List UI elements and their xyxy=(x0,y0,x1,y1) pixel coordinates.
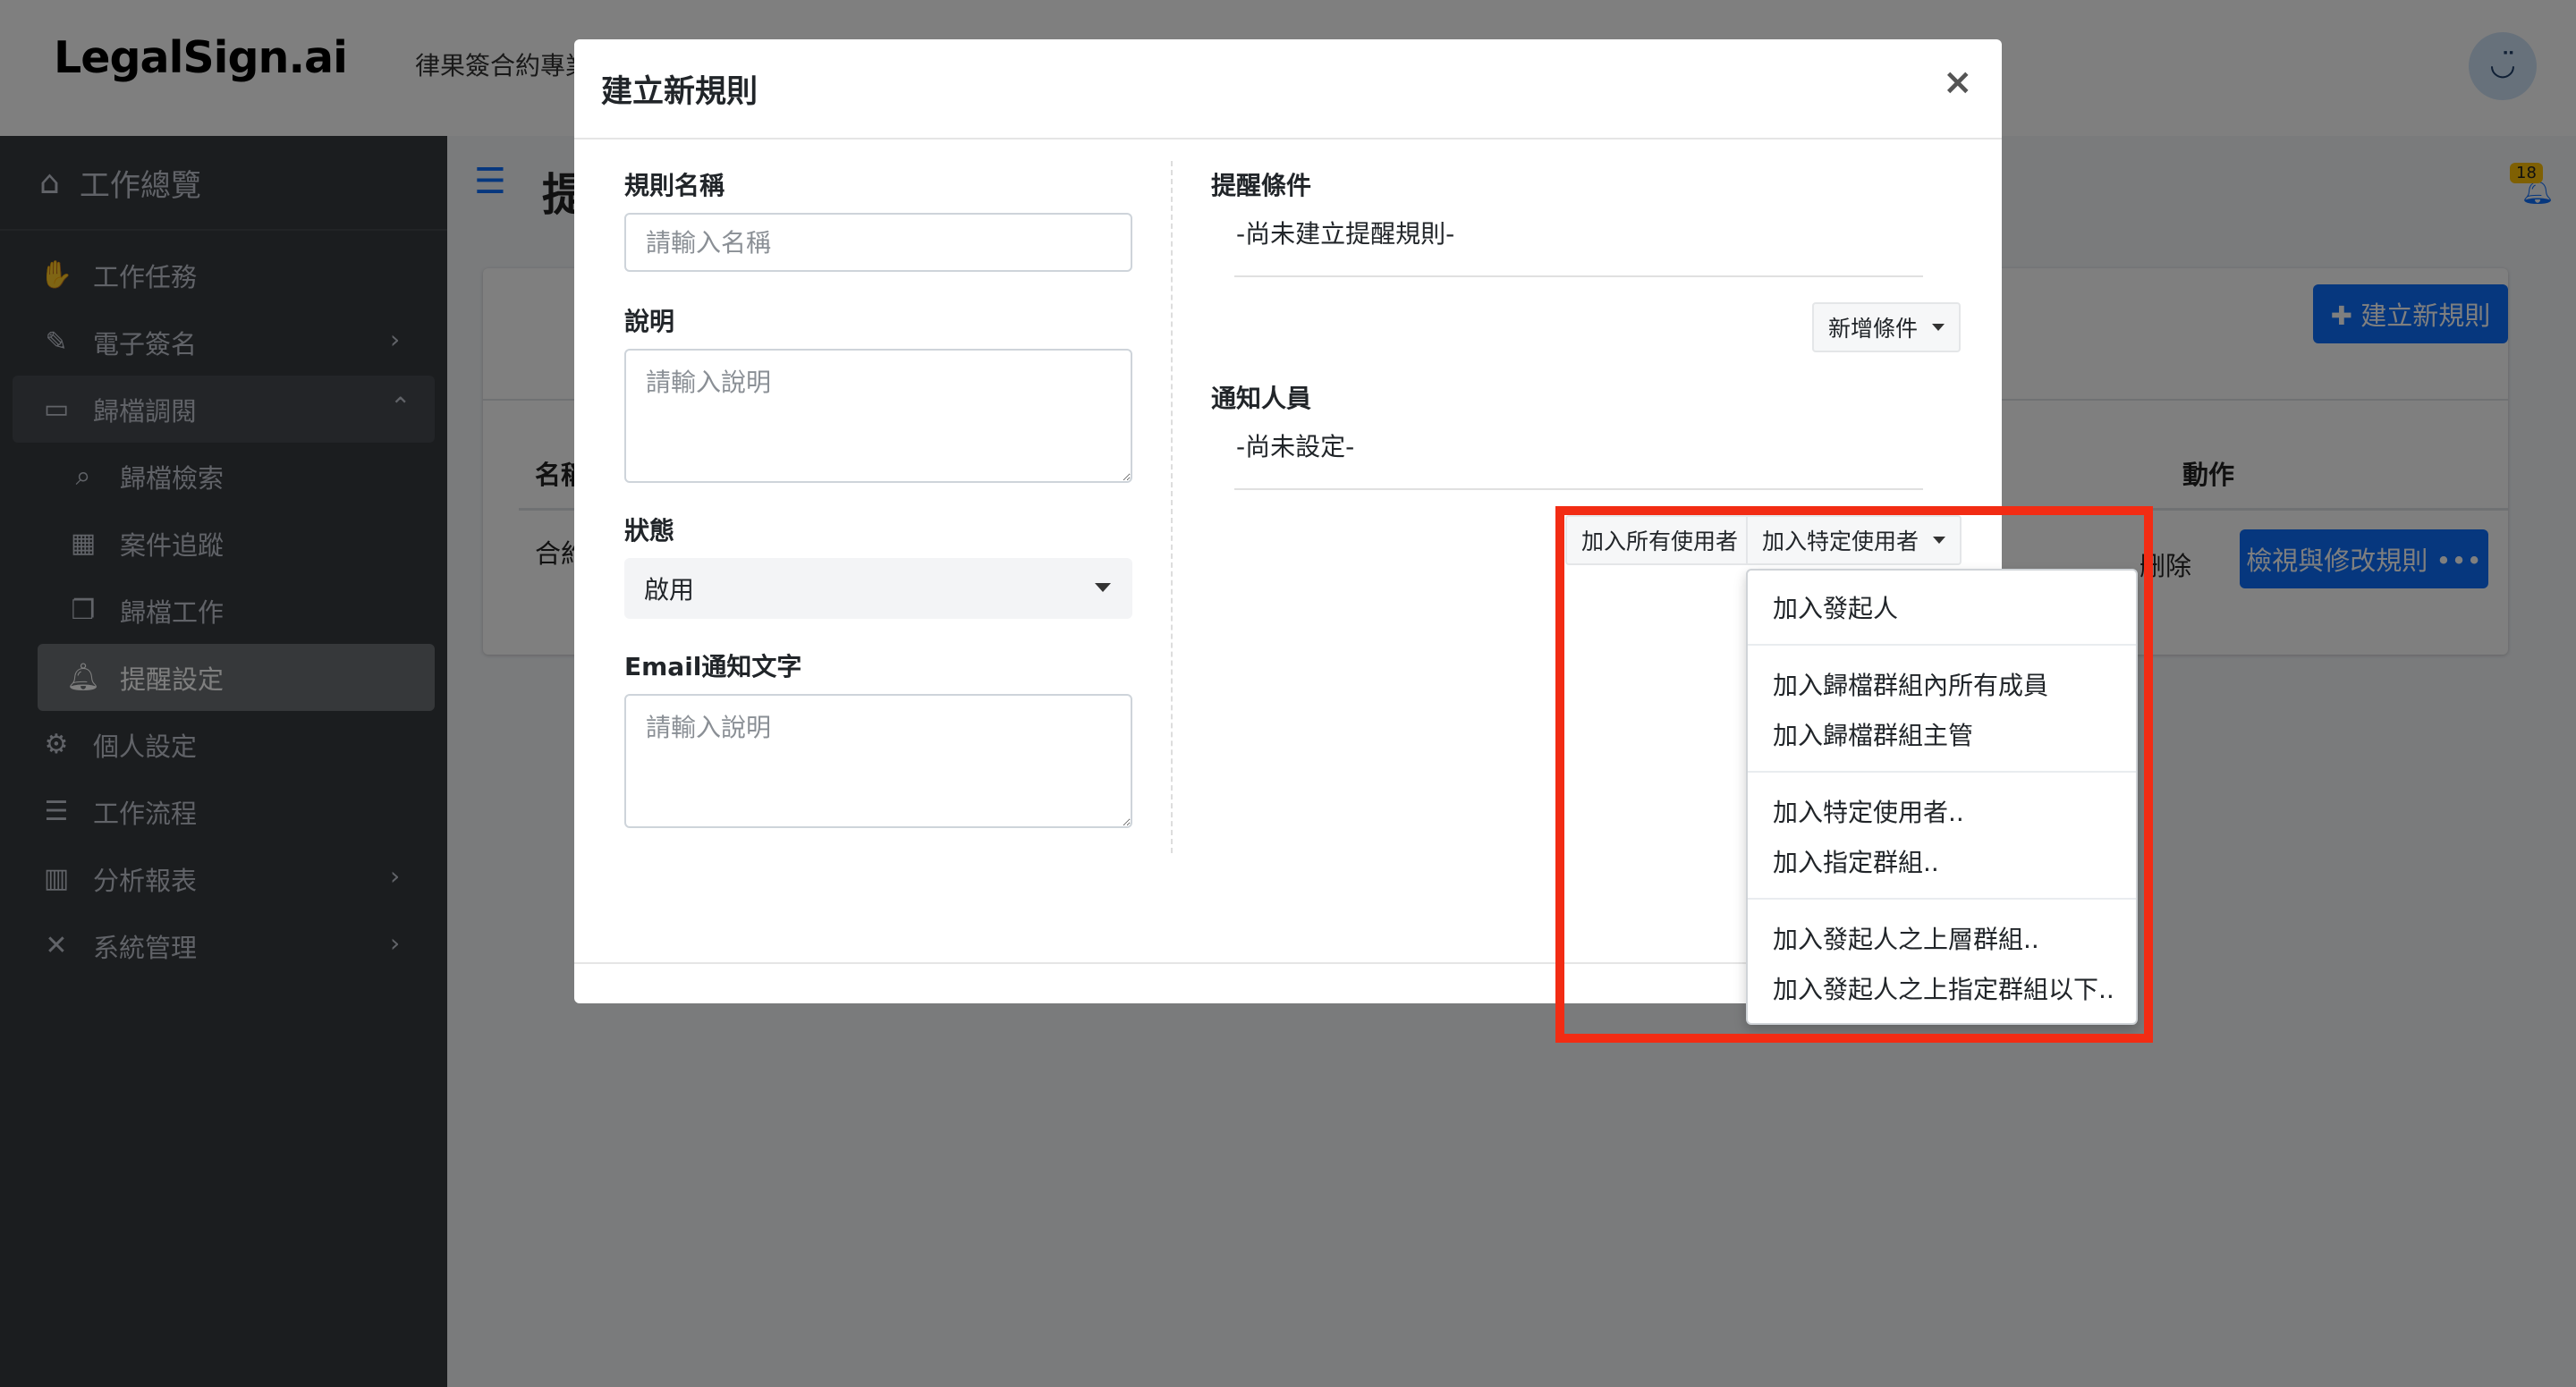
caret-down-icon xyxy=(1095,583,1111,592)
status-select-value: 啟用 xyxy=(644,575,695,605)
column-divider xyxy=(1171,161,1173,853)
highlight-annotation-box xyxy=(1555,506,2153,1043)
conditions-empty-text: -尚未建立提醒規則- xyxy=(1236,219,1455,249)
description-label: 說明 xyxy=(624,307,675,336)
email-text-label: Email通知文字 xyxy=(624,652,802,681)
close-icon[interactable]: × xyxy=(1943,63,1973,102)
notify-empty-text: -尚未設定- xyxy=(1236,432,1355,461)
status-select[interactable]: 啟用 xyxy=(624,558,1132,619)
modal-title: 建立新規則 xyxy=(601,74,758,110)
rule-name-label: 規則名稱 xyxy=(624,171,725,200)
conditions-label: 提醒條件 xyxy=(1211,171,1312,200)
description-textarea[interactable] xyxy=(624,349,1132,483)
email-text-textarea[interactable] xyxy=(624,694,1132,828)
conditions-divider xyxy=(1234,275,1923,277)
caret-down-icon xyxy=(1932,324,1945,331)
add-condition-button[interactable]: 新增條件 xyxy=(1812,302,1962,352)
modal-header: 建立新規則 × xyxy=(574,39,2002,140)
rule-name-input[interactable] xyxy=(624,213,1132,272)
add-condition-label: 新增條件 xyxy=(1828,316,1919,342)
notify-label: 通知人員 xyxy=(1211,384,1312,413)
notify-divider xyxy=(1234,488,1923,490)
status-label: 狀態 xyxy=(624,516,675,545)
